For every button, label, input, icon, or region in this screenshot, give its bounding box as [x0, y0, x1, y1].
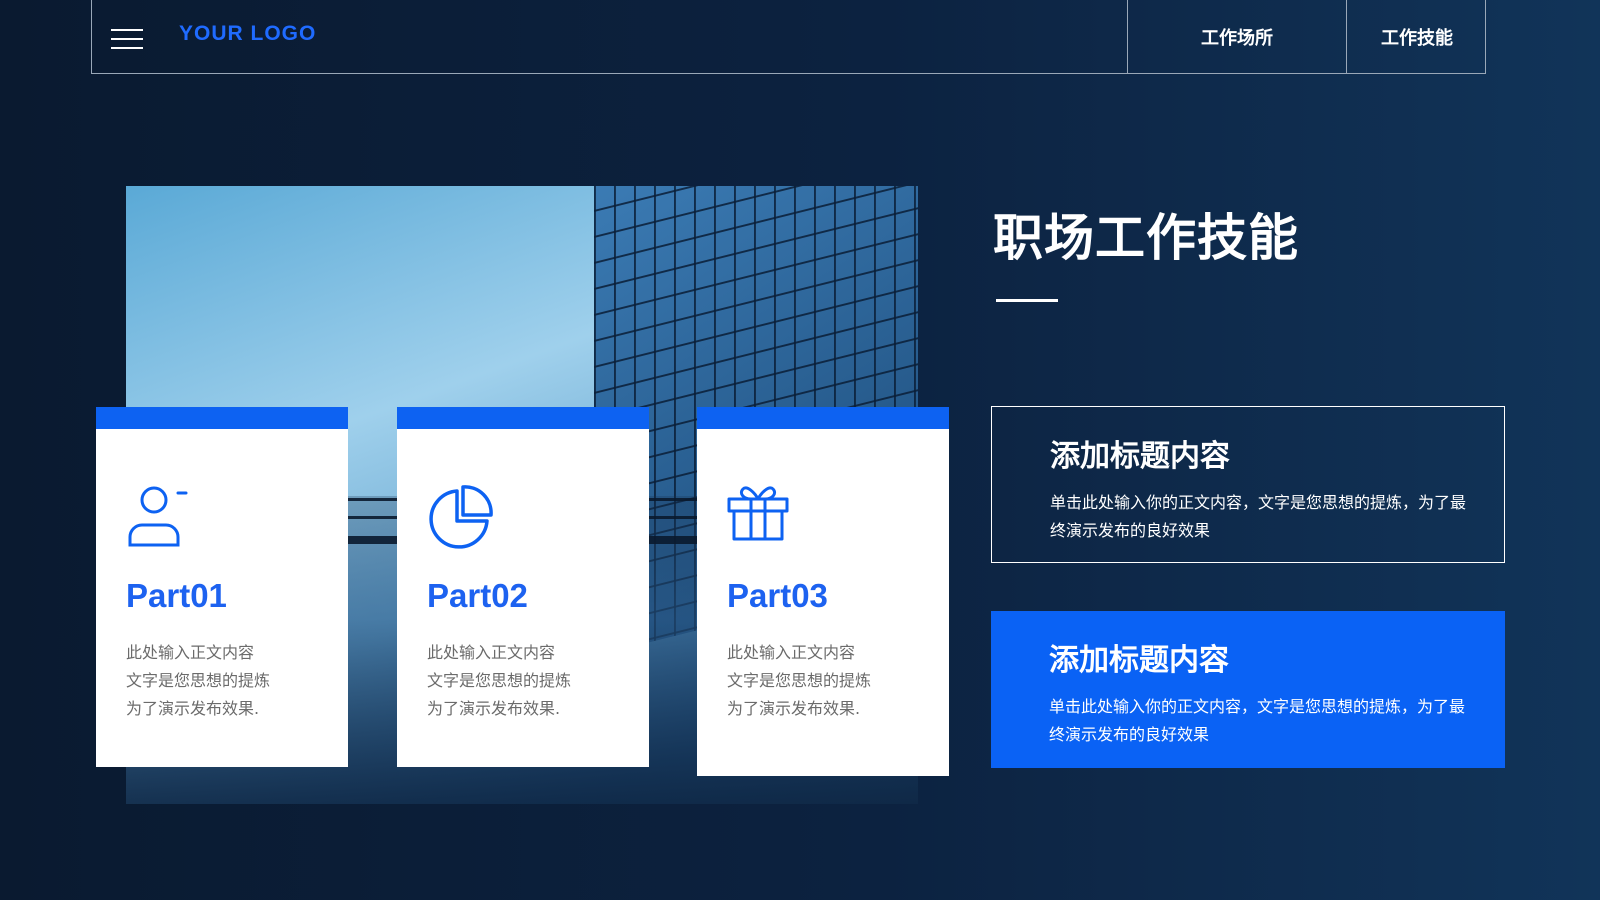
part-card-2: Part02 此处输入正文内容 文字是您思想的提炼 为了演示发布效果. — [397, 407, 649, 767]
info-box-outlined: 添加标题内容 单击此处输入你的正文内容，文字是您思想的提炼，为了最终演示发布的良… — [991, 406, 1505, 563]
user-icon — [126, 485, 190, 553]
card-top-bar — [397, 407, 649, 429]
gift-icon — [727, 485, 789, 545]
card-top-bar — [96, 407, 348, 429]
card-text: 此处输入正文内容 文字是您思想的提炼 为了演示发布效果. — [727, 643, 872, 718]
nav-item-skills[interactable]: 工作技能 — [1346, 0, 1487, 74]
hamburger-menu-icon[interactable] — [111, 29, 143, 49]
logo[interactable]: YOUR LOGO — [179, 22, 316, 46]
page-title: 职场工作技能 — [993, 209, 1299, 267]
top-navigation-bar: YOUR LOGO 工作场所 工作技能 — [91, 0, 1486, 74]
card-text: 此处输入正文内容 文字是您思想的提炼 为了演示发布效果. — [126, 643, 271, 718]
card-title: Part02 — [427, 577, 528, 614]
card-title: Part01 — [126, 577, 227, 614]
info-box-text: 单击此处输入你的正文内容，文字是您思想的提炼，为了最终演示发布的良好效果 — [1049, 697, 1466, 744]
card-text: 此处输入正文内容 文字是您思想的提炼 为了演示发布效果. — [427, 643, 572, 718]
info-box-filled: 添加标题内容 单击此处输入你的正文内容，文字是您思想的提炼，为了最终演示发布的良… — [991, 611, 1505, 768]
nav-item-workplace[interactable]: 工作场所 — [1127, 0, 1346, 74]
part-card-3: Part03 此处输入正文内容 文字是您思想的提炼 为了演示发布效果. — [697, 407, 949, 776]
info-box-text: 单击此处输入你的正文内容，文字是您思想的提炼，为了最终演示发布的良好效果 — [1050, 493, 1467, 540]
title-divider — [996, 299, 1058, 302]
part-card-1: Part01 此处输入正文内容 文字是您思想的提炼 为了演示发布效果. — [96, 407, 348, 767]
card-title: Part03 — [727, 577, 828, 614]
pie-chart-icon — [427, 485, 493, 555]
card-top-bar — [697, 407, 949, 429]
info-box-title: 添加标题内容 — [1049, 643, 1229, 678]
info-box-title: 添加标题内容 — [1050, 439, 1230, 474]
